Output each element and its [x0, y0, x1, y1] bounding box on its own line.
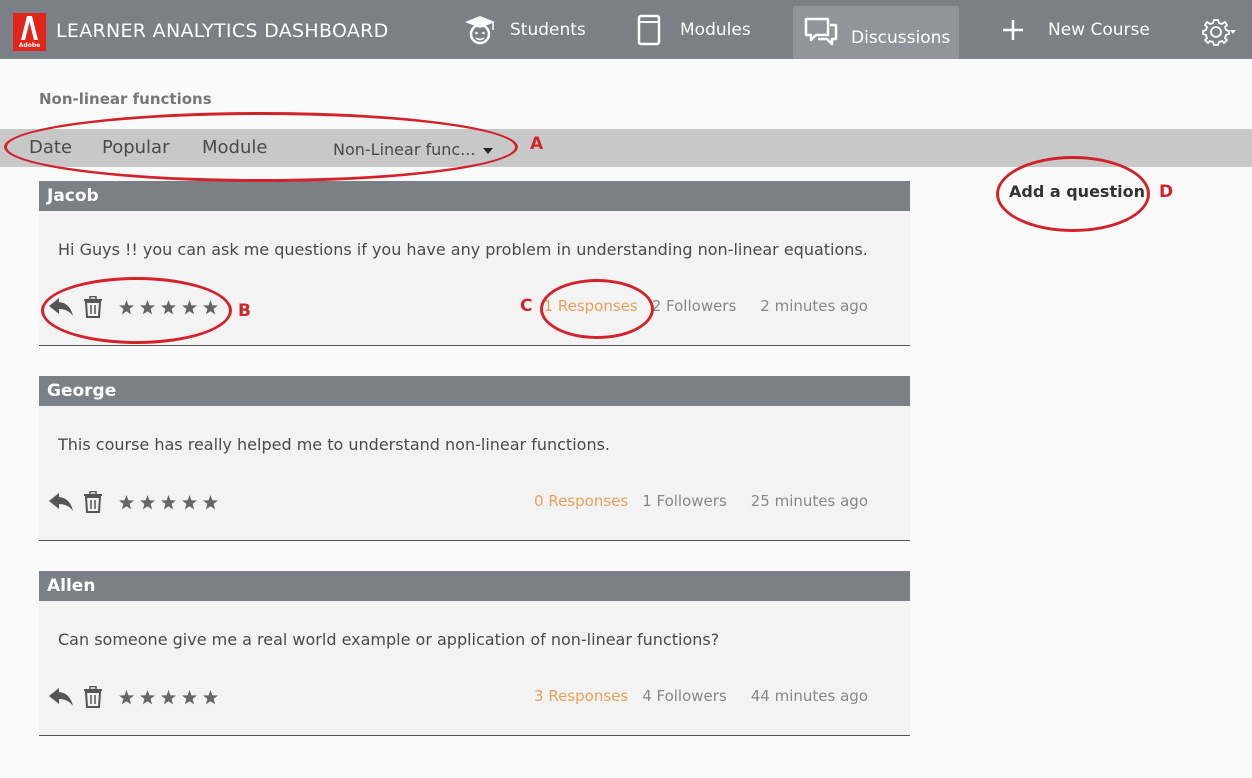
- post-timestamp: 2 minutes ago: [760, 297, 868, 315]
- star-icon[interactable]: [182, 494, 197, 510]
- annotation-label-c: C: [520, 296, 533, 316]
- nav-new-course[interactable]: New Course: [1000, 0, 1150, 59]
- discussion-icon: [804, 17, 838, 45]
- nav-discussions-label: Discussions: [851, 27, 951, 48]
- followers-count: 4 Followers: [642, 687, 727, 705]
- reply-icon[interactable]: [48, 686, 74, 708]
- post-author: George: [39, 376, 910, 406]
- nav-modules-label: Modules: [680, 19, 751, 40]
- annotation-label-b: B: [238, 301, 251, 321]
- book-icon: [637, 14, 661, 45]
- adobe-logo-text: Adobe: [18, 42, 41, 49]
- annotation-label-d: D: [1159, 182, 1174, 202]
- nav-discussions[interactable]: Discussions: [793, 6, 959, 59]
- star-icon[interactable]: [203, 494, 218, 510]
- post-text: This course has really helped me to unde…: [58, 435, 610, 454]
- annotation-label-a: A: [530, 134, 544, 154]
- annotation-ellipse-a: [4, 112, 518, 182]
- gear-icon[interactable]: [1200, 16, 1236, 48]
- post-text: Can someone give me a real world example…: [58, 630, 720, 649]
- nav-new-course-label: New Course: [1048, 19, 1150, 40]
- post-timestamp: 44 minutes ago: [750, 687, 868, 705]
- post-actions: [48, 490, 224, 514]
- top-navigation-bar: Adobe LEARNER ANALYTICS DASHBOARD Studen…: [0, 0, 1252, 59]
- nav-students[interactable]: Students: [462, 0, 586, 59]
- post-author: Jacob: [39, 181, 910, 211]
- post-actions: [48, 685, 224, 709]
- trash-icon[interactable]: [83, 491, 103, 513]
- followers-count: 1 Followers: [642, 492, 727, 510]
- post-author: Allen: [39, 571, 910, 601]
- post-timestamp: 25 minutes ago: [750, 492, 868, 510]
- responses-link[interactable]: 0 Responses: [534, 492, 628, 510]
- annotation-ellipse-d: [996, 156, 1150, 232]
- adobe-a-icon: [21, 16, 38, 40]
- star-rating[interactable]: [119, 494, 224, 510]
- star-icon[interactable]: [182, 689, 197, 705]
- responses-link[interactable]: 3 Responses: [534, 687, 628, 705]
- page-title: Non-linear functions: [39, 90, 212, 108]
- post-meta: 0 Responses 1 Followers 25 minutes ago: [534, 492, 868, 510]
- star-icon[interactable]: [140, 689, 155, 705]
- annotation-ellipse-c: [540, 279, 654, 339]
- star-rating[interactable]: [119, 689, 224, 705]
- followers-count: 2 Followers: [651, 297, 737, 315]
- reply-icon[interactable]: [48, 491, 74, 513]
- annotation-ellipse-b: [41, 277, 232, 344]
- star-icon[interactable]: [161, 494, 176, 510]
- trash-icon[interactable]: [83, 686, 103, 708]
- star-icon[interactable]: [203, 689, 218, 705]
- nav-modules[interactable]: Modules: [632, 0, 751, 59]
- student-icon: [465, 15, 495, 44]
- star-icon[interactable]: [119, 494, 134, 510]
- post-text: Hi Guys !! you can ask me questions if y…: [58, 240, 868, 259]
- adobe-logo: Adobe: [13, 13, 46, 51]
- star-icon[interactable]: [119, 689, 134, 705]
- star-icon[interactable]: [161, 689, 176, 705]
- discussion-post: Allen Can someone give me a real world e…: [39, 571, 910, 736]
- post-meta: 3 Responses 4 Followers 44 minutes ago: [534, 687, 868, 705]
- star-icon[interactable]: [140, 494, 155, 510]
- discussion-post: George This course has really helped me …: [39, 376, 910, 541]
- app-title: LEARNER ANALYTICS DASHBOARD: [56, 20, 389, 42]
- plus-icon: [1003, 19, 1023, 40]
- nav-students-label: Students: [510, 19, 586, 40]
